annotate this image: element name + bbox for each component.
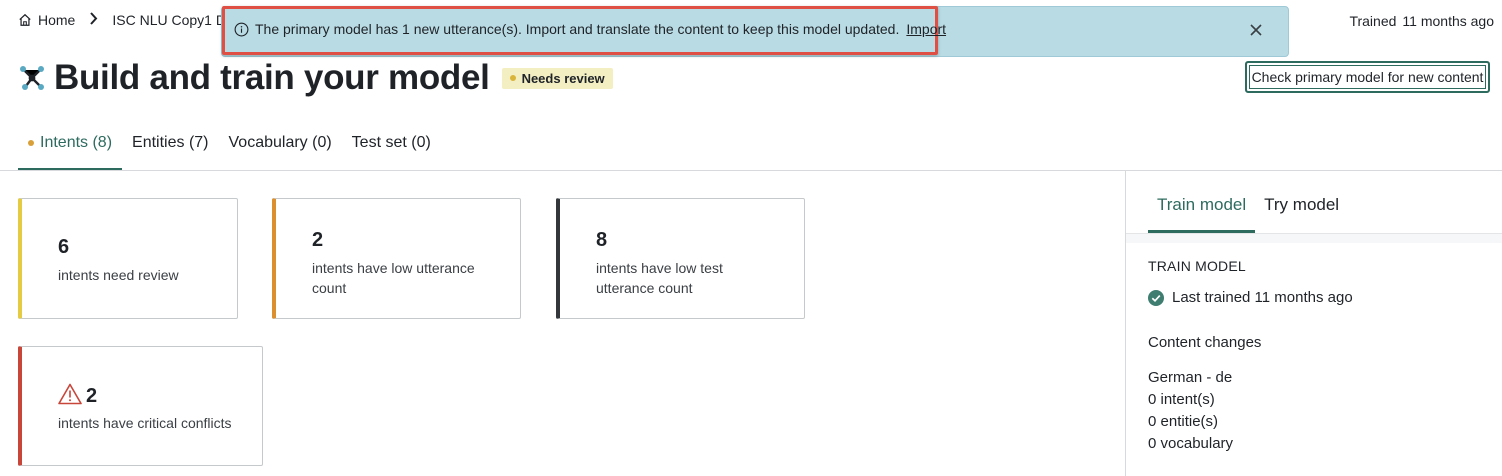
card-label: intents have critical conflicts: [58, 415, 232, 431]
card-label: intents have low utterance count: [312, 260, 475, 296]
changes-intents: 0 intent(s): [1148, 391, 1215, 408]
train-model-heading: TRAIN MODEL: [1148, 258, 1246, 274]
changes-language: German - de: [1148, 369, 1233, 386]
content-tabs: Intents (8) Entities (7) Vocabulary (0) …: [18, 128, 441, 171]
breadcrumb-home-link[interactable]: Home: [38, 12, 75, 28]
card-low-test-utterance-count[interactable]: 8 intents have low test utterance count: [556, 198, 805, 319]
card-count: 2: [312, 229, 324, 251]
chevron-right-icon: [89, 12, 98, 28]
close-icon[interactable]: [1248, 22, 1264, 38]
changes-vocabulary: 0 vocabulary: [1148, 435, 1234, 452]
card-label: intents need review: [58, 267, 179, 283]
banner-content: The primary model has 1 new utterance(s)…: [234, 21, 946, 37]
card-count: 8: [596, 229, 608, 251]
train-side-panel: Train model Try model TRAIN MODEL Last t…: [1125, 171, 1502, 476]
status-badge: Needs review: [501, 67, 613, 89]
changes-entities: 0 entitie(s): [1148, 413, 1219, 430]
tab-vocabulary[interactable]: Vocabulary (0): [219, 128, 342, 171]
side-panel-tabs: Train model Try model: [1148, 185, 1348, 233]
tab-test-set[interactable]: Test set (0): [342, 128, 441, 171]
info-icon: [234, 22, 249, 36]
tab-intents-label: Intents (8): [40, 134, 113, 151]
card-label: intents have low test utterance count: [596, 260, 723, 296]
tab-train-model[interactable]: Train model: [1148, 185, 1256, 233]
content-changes-heading: Content changes: [1148, 334, 1262, 351]
card-low-utterance-count[interactable]: 2 intents have low utterance count: [272, 198, 521, 319]
status-badge-label: Needs review: [521, 70, 605, 86]
page-header: Build and train your model Needs review: [18, 58, 613, 98]
tab-intents[interactable]: Intents (8): [18, 128, 123, 171]
last-trained-row: Last trained 11 months ago: [1148, 289, 1353, 306]
last-trained-text: Last trained 11 months ago: [1172, 289, 1353, 306]
breadcrumb: Home ISC NLU Copy1 DE -: [18, 12, 244, 28]
banner-message: The primary model has 1 new utterance(s)…: [255, 21, 900, 37]
warning-icon: [58, 383, 82, 405]
tab-try-model[interactable]: Try model: [1255, 185, 1348, 233]
status-dot-icon: [509, 75, 516, 81]
model-network-icon: [20, 66, 44, 90]
check-primary-model-button[interactable]: Check primary model for new content: [1245, 61, 1490, 93]
tab-entities[interactable]: Entities (7): [122, 128, 218, 171]
import-link[interactable]: Import: [906, 21, 946, 37]
side-panel-divider: [1126, 233, 1502, 243]
check-circle-icon: [1148, 289, 1164, 306]
trained-status: Trained 11 months ago: [1349, 13, 1494, 29]
trained-status-label: Trained: [1349, 13, 1397, 29]
page-title: Build and train your model: [54, 58, 490, 97]
card-critical-conflicts[interactable]: 2 intents have critical conflicts: [18, 346, 263, 466]
home-icon: [19, 13, 31, 26]
card-intents-need-review[interactable]: 6 intents need review: [18, 198, 238, 319]
card-count: 6: [58, 236, 70, 258]
card-count-row: 2: [58, 383, 97, 408]
tab-status-dot-icon: [28, 139, 34, 146]
trained-status-value: 11 months ago: [1402, 13, 1494, 29]
card-count: 2: [86, 385, 98, 407]
content-changes-list: German - de 0 intent(s) 0 entitie(s) 0 v…: [1148, 367, 1233, 455]
